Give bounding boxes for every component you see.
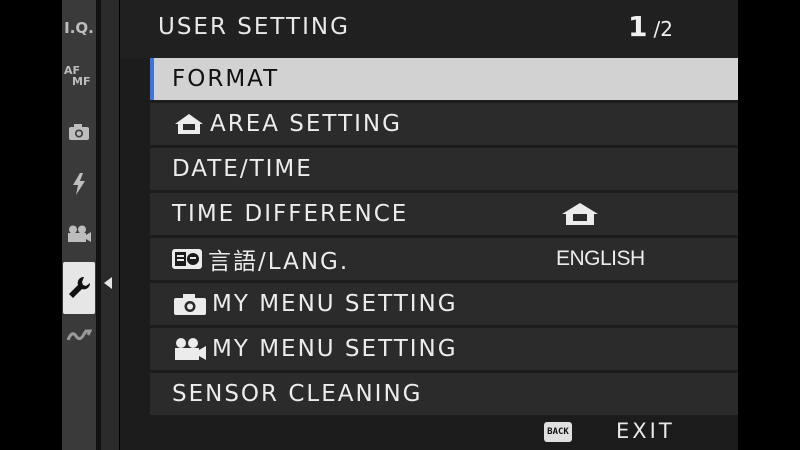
menu-item-area-setting[interactable]: AREA SETTING (150, 103, 738, 145)
tab-rail (101, 0, 119, 450)
menu-item-label: MY MENU SETTING (212, 291, 458, 317)
tab-movie[interactable] (62, 214, 96, 254)
tab-image-quality[interactable]: I.Q. (62, 8, 96, 48)
camera-screen: I.Q. AF MF USER SETTING 1 /2 FORMAT AREA… (0, 0, 800, 450)
active-tab-pointer-icon (104, 277, 112, 289)
tab-flash[interactable] (62, 164, 96, 204)
menu-item-my-menu-still[interactable]: MY MENU SETTING (150, 283, 738, 325)
tab-connection[interactable] (62, 316, 96, 356)
tab-shooting[interactable] (62, 112, 96, 152)
tab-setup[interactable] (63, 262, 95, 314)
menu-item-label: MY MENU SETTING (212, 336, 458, 362)
menu-item-label: TIME DIFFERENCE (172, 201, 409, 227)
page-title: USER SETTING (158, 14, 350, 40)
back-button-icon[interactable]: BACK (544, 422, 572, 442)
language-icon (172, 249, 202, 269)
wrench-icon (69, 276, 91, 298)
menu-item-label: SENSOR CLEANING (172, 381, 423, 407)
menu-item-label: AREA SETTING (210, 111, 402, 137)
menu-item-time-difference[interactable]: TIME DIFFERENCE (150, 193, 738, 235)
menu-item-label: FORMAT (172, 66, 280, 92)
menu-item-sensor-cleaning[interactable]: SENSOR CLEANING (150, 373, 738, 415)
page-current: 1 (628, 10, 648, 43)
selection-accent-bar (150, 58, 154, 100)
tab-iq-label: I.Q. (64, 19, 94, 37)
flash-icon (73, 173, 85, 195)
home-icon (562, 203, 598, 225)
home-icon (175, 114, 203, 134)
right-border (738, 0, 800, 450)
menu-item-label: DATE/TIME (172, 156, 313, 182)
menu-item-label: 言語/LANG. (208, 249, 350, 275)
menu-item-value (556, 201, 604, 227)
tab-mf-label: MF (72, 75, 91, 88)
page-total: 2 (660, 17, 673, 41)
camera-icon (69, 124, 89, 140)
camera-icon (174, 294, 206, 315)
menu-item-format[interactable]: FORMAT (150, 58, 738, 100)
menu-item-language[interactable]: 言語/LANG. ENGLISH (150, 238, 738, 280)
menu-item-my-menu-movie[interactable]: MY MENU SETTING (150, 328, 738, 370)
menu-item-value: ENGLISH (556, 247, 645, 270)
movie-icon (68, 225, 91, 242)
exit-label: EXIT (616, 419, 675, 443)
page-indicator: 1/2 (628, 10, 673, 43)
connection-icon (66, 329, 92, 341)
left-border (0, 0, 62, 450)
tab-af-mf[interactable]: AF MF (62, 56, 98, 96)
movie-icon (175, 338, 206, 360)
menu-item-date-time[interactable]: DATE/TIME (150, 148, 738, 190)
